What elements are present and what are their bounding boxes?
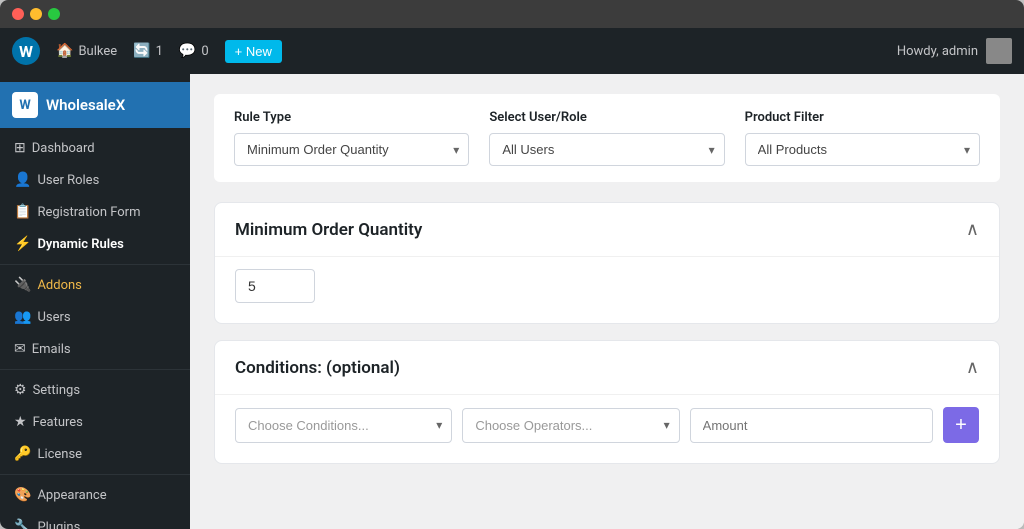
howdy-label: Howdy, admin [897,38,1012,64]
min-order-section: Minimum Order Quantity ∧ [214,202,1000,324]
product-filter-label: Product Filter [745,110,980,125]
sidebar-item-dynamic-rules[interactable]: ⚡ Dynamic Rules [0,228,190,260]
rule-type-select[interactable]: Minimum Order Quantity [234,133,469,166]
sidebar-brand[interactable]: W WholesaleX [0,82,190,128]
sidebar-item-plugins[interactable]: 🔧 Plugins [0,511,190,529]
admin-bar-comments[interactable]: 💬 0 [179,43,209,59]
min-order-toggle-icon[interactable]: ∧ [966,219,979,240]
conditions-row: Choose Conditions... Choose Operators...… [235,407,979,443]
sidebar-item-settings[interactable]: ⚙ Settings [0,374,190,406]
choose-operators-wrapper: Choose Operators... [462,408,679,443]
minimize-button[interactable] [30,8,42,20]
sidebar-item-user-roles[interactable]: 👤 User Roles [0,164,190,196]
conditions-toggle-icon[interactable]: ∧ [966,357,979,378]
admin-bar: W 🏠 Bulkee 🔄 1 💬 0 + New Howdy, admin [0,28,1024,74]
sidebar-divider-2 [0,369,190,370]
sidebar-item-license[interactable]: 🔑 License [0,438,190,470]
avatar [986,38,1012,64]
sidebar: W WholesaleX ⊞ Dashboard 👤 User Roles 📋 … [0,74,190,529]
user-role-field: Select User/Role All Users [489,110,724,166]
maximize-button[interactable] [48,8,60,20]
updates-count: 1 [156,44,163,59]
sidebar-item-addons[interactable]: 🔌 Addons [0,269,190,301]
home-icon: 🏠 [56,43,73,59]
sidebar-item-label: User Roles [37,173,99,188]
dynamic-rules-icon: ⚡ [14,236,31,252]
sidebar-item-label: Addons [37,278,81,293]
product-filter-select[interactable]: All Products [745,133,980,166]
close-button[interactable] [12,8,24,20]
appearance-icon: 🎨 [14,487,31,503]
sidebar-item-label: Dashboard [32,141,95,156]
sidebar-item-appearance[interactable]: 🎨 Appearance [0,479,190,511]
features-icon: ★ [14,414,27,430]
choose-operators-select[interactable]: Choose Operators... [462,408,679,443]
users-icon: 👥 [14,309,31,325]
conditions-header[interactable]: Conditions: (optional) ∧ [215,341,999,394]
comments-count: 0 [201,44,208,59]
sidebar-item-features[interactable]: ★ Features [0,406,190,438]
site-name: Bulkee [78,44,117,59]
sidebar-item-label: License [37,447,82,462]
sidebar-item-label: Features [33,415,83,430]
sidebar-item-dashboard[interactable]: ⊞ Dashboard [0,132,190,164]
user-role-select-wrapper: All Users [489,133,724,166]
min-order-header[interactable]: Minimum Order Quantity ∧ [215,203,999,256]
user-roles-icon: 👤 [14,172,31,188]
admin-bar-updates[interactable]: 🔄 1 [133,43,163,59]
sidebar-item-emails[interactable]: ✉ Emails [0,333,190,365]
choose-conditions-select[interactable]: Choose Conditions... [235,408,452,443]
amount-input[interactable] [690,408,933,443]
sidebar-item-registration-form[interactable]: 📋 Registration Form [0,196,190,228]
settings-icon: ⚙ [14,382,27,398]
registration-icon: 📋 [14,204,31,220]
sidebar-item-label: Dynamic Rules [37,237,123,252]
wp-logo[interactable]: W [12,37,40,65]
addons-icon: 🔌 [14,277,31,293]
user-role-label: Select User/Role [489,110,724,125]
rule-type-row: Rule Type Minimum Order Quantity Select … [214,94,1000,182]
add-condition-button[interactable]: + [943,407,979,443]
sidebar-divider [0,264,190,265]
sidebar-item-label: Settings [33,383,80,398]
title-bar [0,0,1024,28]
min-order-body [215,256,999,323]
sidebar-item-label: Users [37,310,70,325]
comments-icon: 💬 [179,43,196,59]
sidebar-item-label: Emails [32,342,71,357]
plugins-icon: 🔧 [14,519,31,529]
rule-type-field: Rule Type Minimum Order Quantity [234,110,469,166]
conditions-section: Conditions: (optional) ∧ Choose Conditio… [214,340,1000,464]
sidebar-item-label: Appearance [37,488,106,503]
rule-type-select-wrapper: Minimum Order Quantity [234,133,469,166]
conditions-body: Choose Conditions... Choose Operators...… [215,394,999,463]
product-filter-select-wrapper: All Products [745,133,980,166]
admin-bar-site[interactable]: 🏠 Bulkee [56,43,117,59]
traffic-lights [12,8,60,20]
choose-conditions-wrapper: Choose Conditions... [235,408,452,443]
emails-icon: ✉ [14,341,26,357]
user-role-select[interactable]: All Users [489,133,724,166]
sidebar-item-label: Plugins [37,520,80,529]
quantity-input[interactable] [235,269,315,303]
conditions-title: Conditions: (optional) [235,358,400,378]
min-order-title: Minimum Order Quantity [235,220,422,240]
license-icon: 🔑 [14,446,31,462]
sidebar-divider-3 [0,474,190,475]
rule-type-label: Rule Type [234,110,469,125]
sidebar-item-users[interactable]: 👥 Users [0,301,190,333]
brand-name: WholesaleX [46,96,125,114]
dashboard-icon: ⊞ [14,140,26,156]
content-area: Rule Type Minimum Order Quantity Select … [190,74,1024,529]
sidebar-item-label: Registration Form [37,205,140,220]
brand-icon: W [12,92,38,118]
product-filter-field: Product Filter All Products [745,110,980,166]
updates-icon: 🔄 [133,43,150,59]
new-button[interactable]: + New [225,40,282,63]
